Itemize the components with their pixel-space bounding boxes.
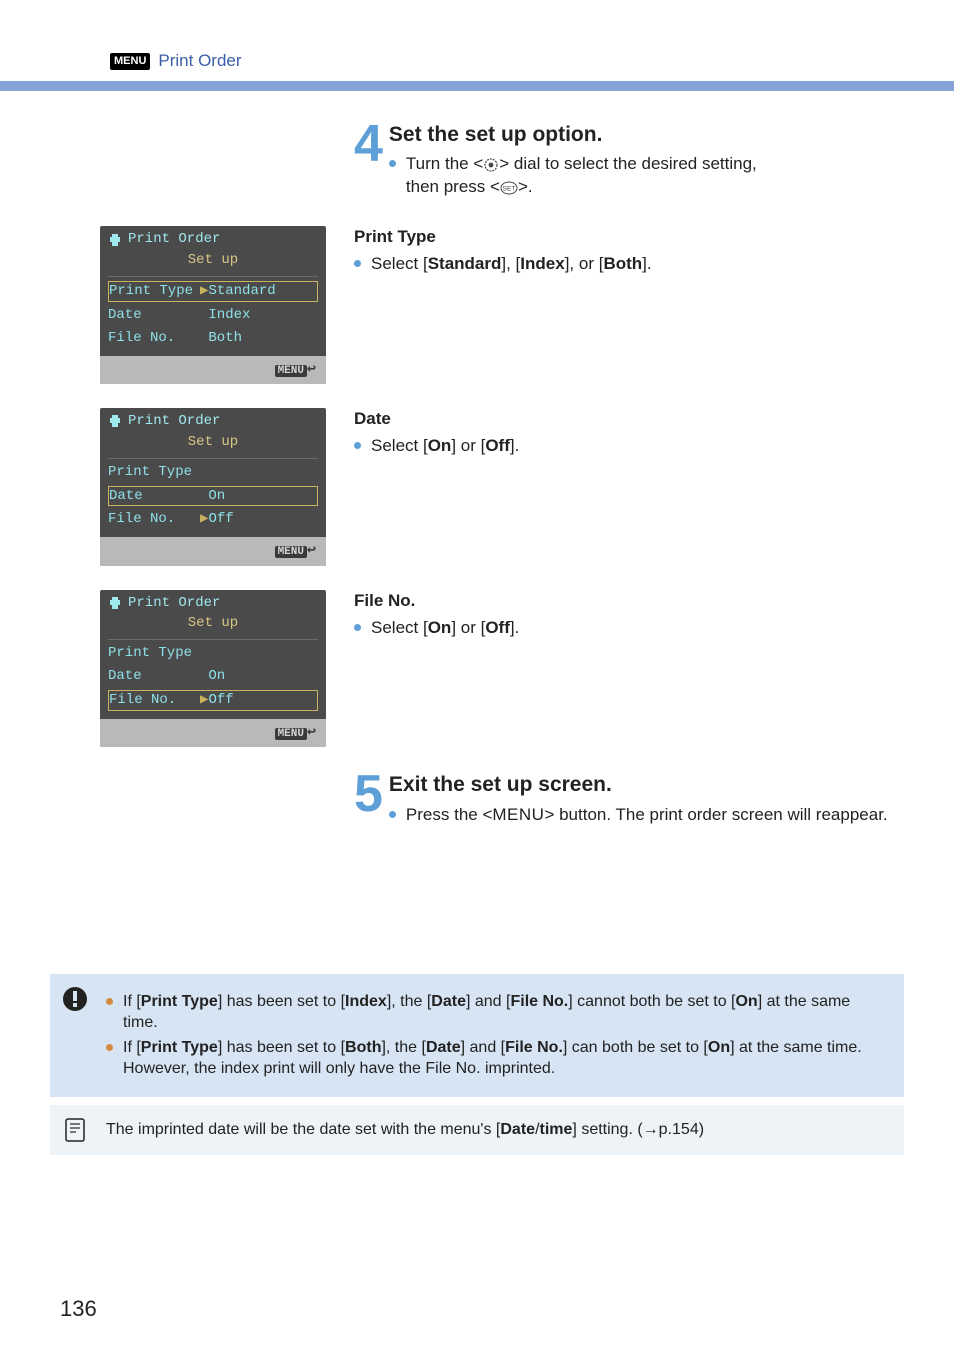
note-2-text: If [Print Type] has been set to [Both], … [123, 1037, 888, 1080]
lcd-title: Print Order [128, 594, 220, 613]
step-4: 4 Set the set up option. Turn the <> dia… [60, 121, 894, 202]
file-no-text: Select [On] or [Off]. [371, 617, 519, 640]
note-1-text: If [Print Type] has been set to [Index],… [123, 991, 888, 1034]
lcd-setup: Set up [100, 612, 326, 637]
lcd-label-fileno: File No. [108, 690, 200, 711]
lcd-date: Print Order Set up Print Type Date On Fi… [100, 408, 326, 566]
lcd-val-on2: On [200, 667, 318, 686]
print-type-text: Select [Standard], [Index], or [Both]. [371, 253, 652, 276]
step-4-heading: Set the set up option. [354, 121, 894, 149]
lcd-label-date: Date [108, 486, 200, 507]
print-type-row: Print Order Set up Print Type ▶Standard … [60, 226, 894, 384]
print-icon [108, 597, 122, 609]
lcd-val-off2: ▶Off [200, 690, 318, 711]
lcd-setup: Set up [100, 431, 326, 456]
bullet-icon [354, 624, 361, 631]
print-icon [108, 234, 122, 246]
lcd-label-fileno: File No. [108, 329, 200, 348]
step-number-4: 4 [354, 121, 383, 168]
note-icon [62, 1117, 88, 1143]
lcd-title: Print Order [128, 230, 220, 249]
page-header: MENU Print Order [110, 50, 894, 73]
section-file-no: File No. [354, 590, 894, 613]
step-number-5: 5 [354, 771, 383, 818]
caution-icon [62, 986, 88, 1012]
file-no-row: Print Order Set up Print Type Date On Fi… [60, 590, 894, 748]
dial-icon [483, 157, 499, 173]
lcd-label-fileno: File No. [108, 510, 200, 529]
page-title: Print Order [158, 50, 241, 73]
date-row: Print Order Set up Print Type Date On Fi… [60, 408, 894, 566]
lcd-val-off: ▶Off [200, 510, 318, 529]
warning-note: If [Print Type] has been set to [Index],… [50, 974, 904, 1097]
lcd-val-standard: ▶Standard [200, 281, 318, 302]
lcd-print-type: Print Order Set up Print Type ▶Standard … [100, 226, 326, 384]
lcd-footer: MENU↩ [100, 537, 326, 565]
lcd-setup: Set up [100, 249, 326, 274]
print-icon [108, 415, 122, 427]
bullet-icon [389, 811, 396, 818]
step-5: 5 Exit the set up screen. Press the <MEN… [60, 771, 894, 829]
step-5-heading: Exit the set up screen. [354, 771, 894, 799]
bullet-icon [354, 260, 361, 267]
step-4-text: Turn the <> dial to select the desired s… [406, 153, 757, 199]
svg-text:SET: SET [503, 185, 516, 192]
lcd-val-on: On [200, 486, 318, 507]
info-note: The imprinted date will be the date set … [50, 1105, 904, 1155]
bullet-icon [106, 1044, 113, 1051]
lcd-label-printtype: Print Type [108, 644, 200, 663]
lcd-title: Print Order [128, 412, 220, 431]
page-number: 136 [60, 1294, 97, 1324]
menu-icon: MENU [110, 53, 150, 70]
lcd-label-printtype: Print Type [108, 463, 200, 482]
lcd-label-date: Date [108, 306, 200, 325]
lcd-val-both: Both [200, 329, 318, 348]
tip-text: The imprinted date will be the date set … [106, 1121, 704, 1138]
section-date: Date [354, 408, 894, 431]
section-print-type: Print Type [354, 226, 894, 249]
lcd-file-no: Print Order Set up Print Type Date On Fi… [100, 590, 326, 748]
step-5-text: Press the <MENU> button. The print order… [406, 804, 888, 827]
bullet-icon [354, 442, 361, 449]
header-rule [0, 81, 954, 91]
lcd-label-date: Date [108, 667, 200, 686]
lcd-val-index: Index [200, 306, 318, 325]
lcd-footer: MENU↩ [100, 356, 326, 384]
lcd-label-printtype: Print Type [108, 281, 200, 302]
set-button-icon: SET [500, 181, 518, 195]
bullet-icon [106, 998, 113, 1005]
date-text: Select [On] or [Off]. [371, 435, 519, 458]
bullet-icon [389, 160, 396, 167]
lcd-footer: MENU↩ [100, 719, 326, 747]
